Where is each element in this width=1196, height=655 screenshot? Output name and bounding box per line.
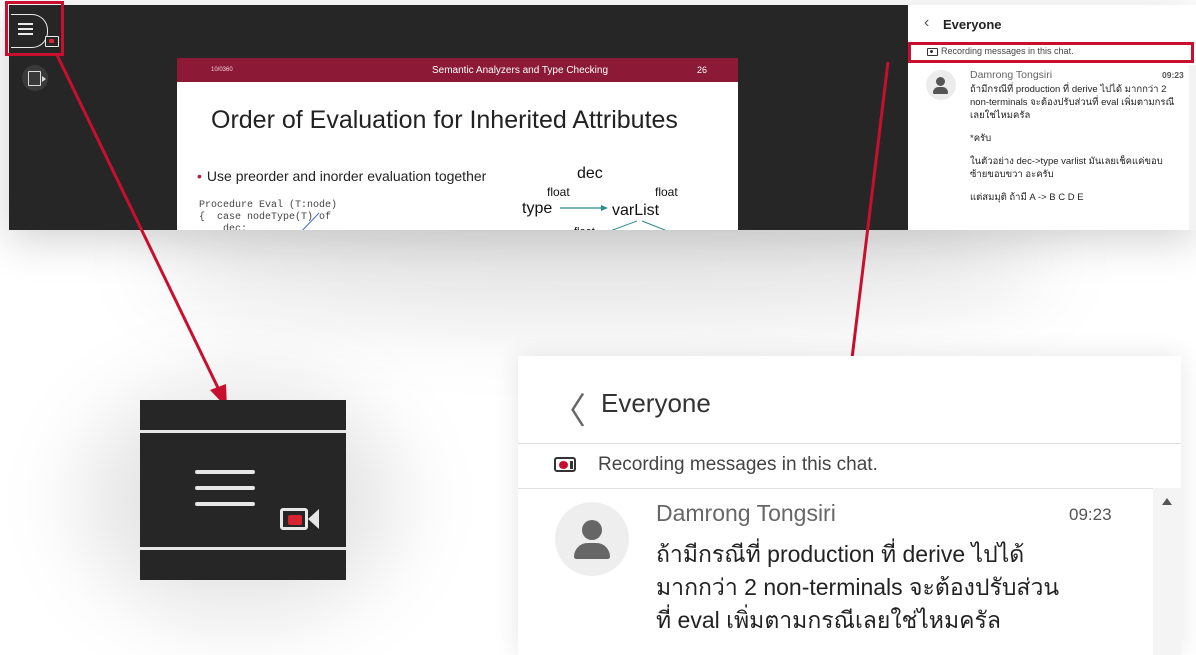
recording-text: Recording messages in this chat. bbox=[598, 454, 878, 475]
shared-slide: 10/0360 Semantic Analyzers and Type Chec… bbox=[177, 58, 738, 230]
menu-icon bbox=[195, 470, 255, 512]
tree-root-label: dec bbox=[577, 165, 603, 182]
message-author: Damrong Tongsiri bbox=[970, 69, 1053, 81]
chat-header: ‹ Everyone bbox=[908, 5, 1196, 44]
record-camera-icon bbox=[280, 508, 308, 530]
tree-right-label: varList bbox=[612, 202, 660, 219]
zoomed-menu-button bbox=[140, 400, 346, 580]
slide-bar-title: Semantic Analyzers and Type Checking bbox=[432, 64, 609, 76]
collaborate-session-view: 10/0360 Semantic Analyzers and Type Chec… bbox=[9, 5, 1196, 230]
message-line: ที่ eval เพิ่มตามกรณีเลยใช่ไหมครัล bbox=[656, 607, 1001, 633]
recording-highlight-box bbox=[908, 42, 1194, 63]
chevron-left-icon[interactable]: ‹ bbox=[924, 14, 929, 32]
message-line: *ครับ bbox=[970, 133, 992, 144]
document-zoom-icon bbox=[28, 71, 41, 86]
message-line: ถ้ามีกรณีที่ production ที่ derive ไปได้… bbox=[970, 84, 1175, 121]
tree-child-right: float bbox=[699, 229, 720, 230]
recording-notice: Recording messages in this chat. bbox=[518, 444, 1181, 489]
arrow-right-icon bbox=[42, 76, 46, 82]
message-line: ถ้ามีกรณีที่ production ที่ derive ไปได้ bbox=[656, 541, 1025, 567]
chat-title: Everyone bbox=[601, 388, 711, 418]
avatar bbox=[926, 70, 956, 100]
message-author: Damrong Tongsiri bbox=[656, 500, 836, 526]
record-camera-icon bbox=[554, 457, 576, 472]
slide-code: Procedure Eval (T:node) { case nodeType(… bbox=[199, 200, 338, 230]
chat-scrollbar[interactable] bbox=[1153, 488, 1181, 655]
chat-title: Everyone bbox=[943, 17, 1002, 32]
message-line: แต่สมมุติ ถ้ามี A -> B C D E bbox=[970, 192, 1084, 203]
tree-arrowhead bbox=[601, 205, 608, 211]
tree-right-attr: float bbox=[655, 185, 678, 199]
message-time: 09:23 bbox=[1069, 505, 1112, 524]
content-zoom-button[interactable] bbox=[22, 65, 48, 91]
message-body: ถ้ามีกรณีที่ production ที่ derive ไปได้… bbox=[656, 538, 1136, 637]
message-line: มากกว่า 2 non-terminals จะต้องปรับส่วน bbox=[656, 574, 1060, 600]
message-body: ถ้ามีกรณีที่ production ที่ derive ไปได้… bbox=[970, 83, 1178, 214]
camera-lens-icon bbox=[308, 509, 319, 529]
slide-date: 10/0360 bbox=[211, 67, 233, 73]
tree-left-label: type bbox=[522, 200, 552, 217]
tree-edge bbox=[611, 220, 638, 230]
avatar bbox=[555, 502, 629, 576]
chat-panel: ‹ Everyone Recording messages in this ch… bbox=[908, 5, 1196, 230]
message-line: ในตัวอย่าง dec->type varlist มันเลยเช็คแ… bbox=[970, 156, 1163, 180]
menu-highlight-box bbox=[5, 1, 64, 56]
chevron-left-icon[interactable]: 〈 bbox=[550, 382, 586, 434]
tree-left-attr: float bbox=[547, 185, 570, 199]
slide-page-number: 26 bbox=[697, 65, 708, 75]
message-time: 09:23 bbox=[1162, 70, 1184, 80]
chat-header: 〈 Everyone bbox=[518, 356, 1181, 444]
tree-child-left: float bbox=[574, 226, 595, 230]
chat-scrollbar[interactable] bbox=[1189, 65, 1196, 230]
chat-message: Damrong Tongsiri 09:23 ถ้ามีกรณีที่ prod… bbox=[518, 488, 1153, 655]
annotated-screenshot: 10/0360 Semantic Analyzers and Type Chec… bbox=[0, 0, 1196, 655]
slide-title: Order of Evaluation for Inherited Attrib… bbox=[211, 106, 678, 134]
slide-header-bar: 10/0360 Semantic Analyzers and Type Chec… bbox=[177, 58, 738, 82]
zoomed-chat-panel: 〈 Everyone Recording messages in this ch… bbox=[518, 356, 1181, 655]
scroll-up-icon[interactable] bbox=[1162, 498, 1172, 505]
tree-edge bbox=[641, 220, 667, 230]
slide-bullet: • Use preorder and inorder evaluation tog… bbox=[197, 168, 487, 184]
